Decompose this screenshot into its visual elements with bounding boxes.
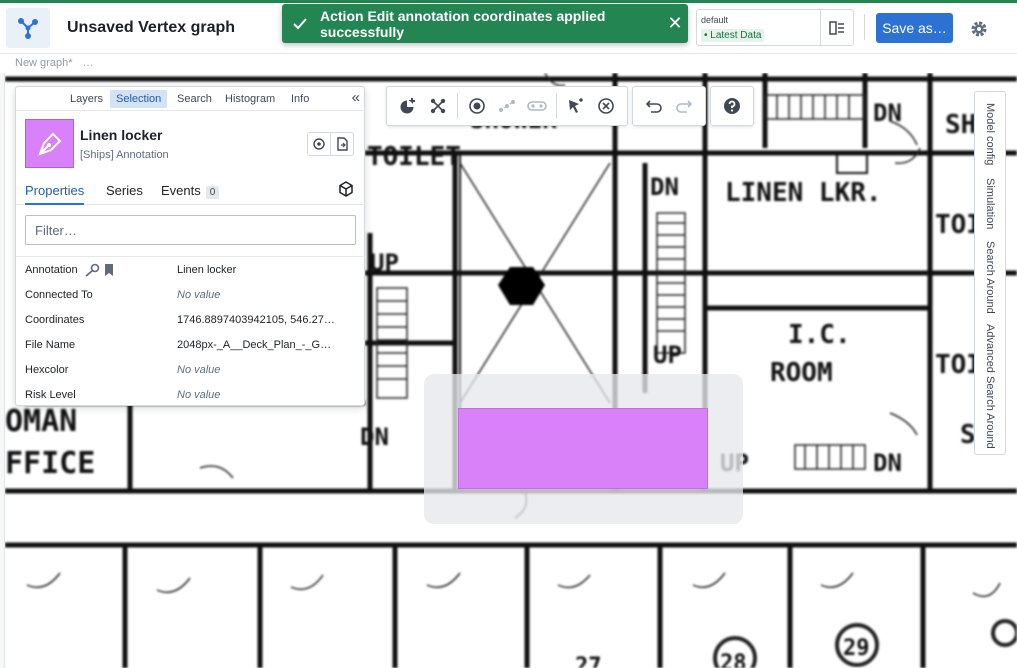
graph-title[interactable]: Unsaved Vertex graph [67, 19, 235, 37]
top-accent-stripe [0, 0, 1017, 3]
toolbar-divider [457, 93, 458, 119]
property-row-annotation: Annotation Linen locker [25, 260, 355, 280]
fp-label-linen: LINEN LKR. [725, 178, 882, 208]
properties-divider [16, 256, 366, 257]
events-count-badge: 0 [205, 186, 220, 199]
path-icon[interactable] [492, 92, 522, 120]
property-value: No value [177, 389, 221, 401]
fp-label-dn-3: DN [873, 449, 902, 477]
tab-selection[interactable]: Selection [110, 90, 168, 108]
fp-label-dn-1: DN [650, 173, 679, 201]
object-title: Linen locker [80, 127, 163, 143]
target-icon[interactable] [462, 92, 492, 120]
fp-label-ffice: FFICE [5, 446, 95, 481]
property-row-coordinates: Coordinates 1746.8897403942105, 546.27… [25, 310, 355, 330]
rail-advanced-search-around[interactable]: Advanced Search Around [975, 322, 1005, 450]
tab-histogram[interactable]: Histogram [219, 90, 281, 108]
toolbar-group-add [386, 86, 628, 126]
undo-icon[interactable] [639, 92, 669, 120]
property-row-connected-to: Connected To No value [25, 285, 355, 305]
breadcrumb: New graph* … [15, 57, 93, 69]
remove-icon[interactable] [591, 92, 621, 120]
toast-message: Action Edit annotation coordinates appli… [320, 7, 606, 40]
latest-data-badge: • Latest Data [701, 29, 765, 42]
toolbar-divider [556, 93, 557, 119]
fp-label-ic: I.C. [788, 320, 851, 350]
property-row-risk-level: Risk Level No value [25, 385, 355, 405]
property-value: No value [177, 289, 221, 301]
tab-info[interactable]: Info [285, 90, 315, 108]
bookmark-icon [104, 263, 114, 277]
property-value: 2048px-_A__Deck_Plan_-_G… [177, 339, 332, 351]
panel-tabs: Layers Selection Search Histogram Info « [16, 87, 366, 111]
open-object-icon[interactable] [330, 133, 353, 155]
tab-series[interactable]: Series [106, 183, 143, 198]
property-value: 1746.8897403942105, 546.27… [177, 314, 335, 326]
fp-label-room: ROOM [770, 358, 833, 388]
object-type: [Ships] Annotation [80, 149, 169, 161]
rail-model-config[interactable]: Model config [975, 98, 1005, 170]
breadcrumb-more[interactable]: … [82, 57, 93, 69]
rail-search-around[interactable]: Search Around [975, 238, 1005, 316]
tab-properties[interactable]: Properties [25, 183, 85, 205]
property-value: No value [177, 364, 221, 376]
magic-select-icon[interactable] [561, 92, 591, 120]
property-key: Risk Level [25, 389, 76, 401]
fp-label-oman: OMAN [5, 404, 77, 439]
tab-layers[interactable]: Layers [64, 90, 109, 108]
fp-label-29: 29 [843, 636, 870, 661]
rail-simulation[interactable]: Simulation [975, 176, 1005, 232]
fp-label-sh: SH [945, 110, 976, 140]
pen-annotation-icon [25, 119, 74, 168]
scope-options-icon[interactable] [820, 10, 853, 45]
collapse-panel-icon[interactable]: « [352, 89, 360, 106]
header-divider [864, 14, 865, 40]
fp-label-27: 27 [575, 654, 602, 668]
check-icon [292, 16, 312, 32]
data-scope-selector[interactable]: default • Latest Data [696, 9, 854, 46]
locate-icon[interactable] [308, 133, 330, 155]
add-object-icon[interactable] [393, 92, 423, 120]
top-bar: Unsaved Vertex graph Action Edit annotat… [0, 0, 1017, 54]
tab-search[interactable]: Search [171, 90, 218, 108]
object-subtabs: Properties Series Events 0 [16, 177, 366, 205]
cube-icon[interactable] [337, 180, 355, 203]
events-label: Events [161, 183, 201, 198]
scope-label: default [701, 15, 729, 25]
fp-label-toilet: TOILET [367, 142, 461, 172]
selection-panel: Layers Selection Search Histogram Info «… [15, 86, 366, 406]
property-value: Linen locker [177, 264, 237, 276]
graph-app-icon[interactable] [6, 8, 50, 48]
fp-label-up-2: UP [653, 341, 682, 369]
property-row-hexcolor: Hexcolor No value [25, 360, 355, 380]
key-icon [84, 263, 100, 277]
redo-icon[interactable] [669, 92, 699, 120]
fp-label-dn-2: DN [873, 99, 902, 127]
property-row-file-name: File Name 2048px-_A__Deck_Plan_-_G… [25, 335, 355, 355]
layout-graph-icon[interactable] [423, 92, 453, 120]
save-as-button[interactable]: Save as… [876, 13, 953, 43]
fp-label-dn-4: DN [360, 423, 389, 451]
annotation-linen-locker[interactable] [458, 408, 708, 489]
property-key: Annotation [25, 264, 78, 276]
link-icon[interactable] [522, 92, 552, 120]
breadcrumb-current[interactable]: New graph* [15, 57, 72, 69]
property-key: Connected To [25, 289, 93, 301]
gear-icon[interactable] [966, 16, 992, 42]
success-toast: Action Edit annotation coordinates appli… [282, 4, 688, 43]
close-icon[interactable]: ✕ [662, 13, 688, 34]
property-key: File Name [25, 339, 76, 351]
toolbar-group-history [632, 86, 706, 126]
help-icon[interactable] [717, 92, 747, 120]
property-key: Hexcolor [25, 364, 69, 376]
filter-input[interactable] [25, 215, 356, 245]
property-key: Coordinates [25, 314, 85, 326]
toolbar-group-help [710, 86, 754, 126]
tab-events[interactable]: Events 0 [161, 183, 220, 199]
graph-toolbar [386, 86, 758, 126]
right-rail: Model config Simulation Search Around Ad… [974, 91, 1006, 455]
fp-label-28: 28 [720, 651, 747, 668]
object-actions [307, 132, 354, 156]
fp-label-up-1: UP [370, 249, 399, 277]
